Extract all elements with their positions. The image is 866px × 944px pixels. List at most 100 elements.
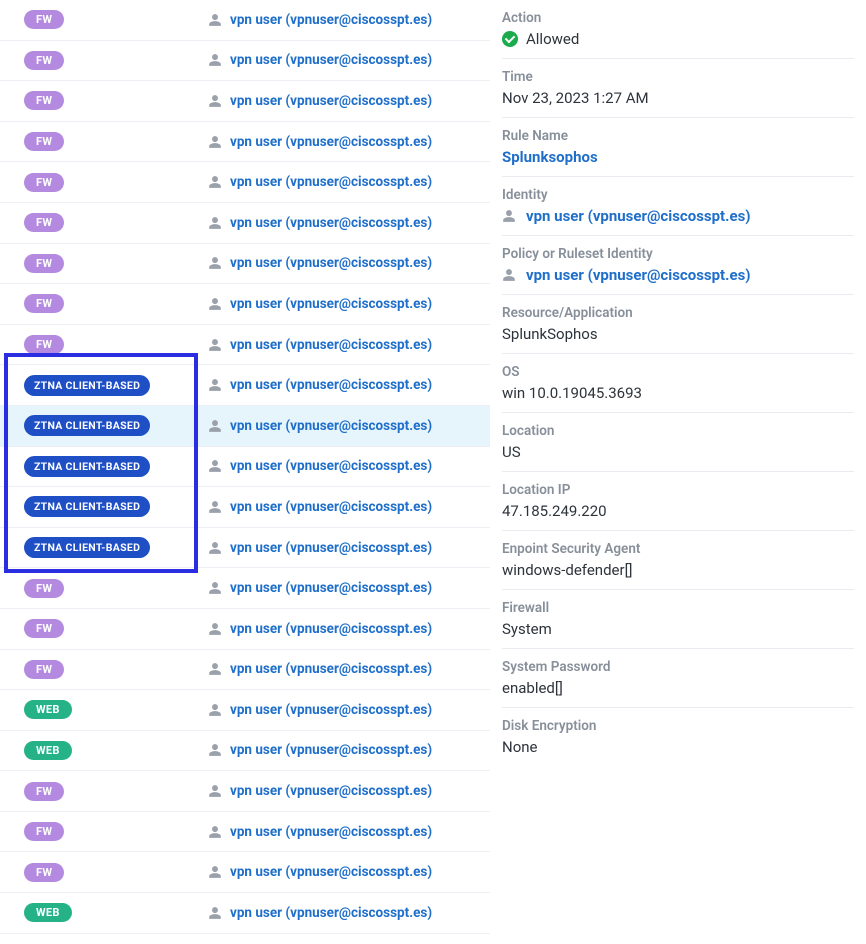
table-row[interactable]: FWvpn user (vpnuser@ciscosspt.es) [0, 609, 490, 650]
field-firewall: Firewall System [502, 590, 854, 649]
type-badge: FW [24, 10, 64, 29]
field-label: Firewall [502, 600, 854, 616]
table-row[interactable]: ZTNA CLIENT-BASED vpn user (vpnuser@cisco… [0, 487, 490, 528]
type-badge: FW [24, 132, 64, 151]
user-text: vpn user (vpnuser@ciscosspt.es) [230, 905, 432, 921]
field-policy-identity: Policy or Ruleset Identity vpn user (vpn… [502, 236, 854, 295]
badge-cell: WEB [0, 741, 208, 760]
identity-link[interactable]: vpn user (vpnuser@ciscosspt.es) [502, 207, 854, 225]
table-row[interactable]: ZTNA CLIENT-BASEDvpn user (vpnuser@cisco… [0, 365, 490, 406]
user-text: vpn user (vpnuser@ciscosspt.es) [230, 661, 432, 677]
type-badge: ZTNA CLIENT-BASED [24, 537, 150, 558]
user-link[interactable]: vpn user (vpnuser@ciscosspt.es) [208, 93, 432, 109]
user-text: vpn user (vpnuser@ciscosspt.es) [230, 499, 432, 515]
type-badge: FW [24, 254, 64, 273]
field-action: Action Allowed [502, 0, 854, 59]
badge-cell: ZTNA CLIENT-BASED [0, 415, 208, 436]
table-row[interactable]: FW vpn user (vpnuser@ciscosspt.es) [0, 81, 490, 122]
user-icon [208, 541, 222, 555]
user-text: vpn user (vpnuser@ciscosspt.es) [230, 52, 432, 68]
badge-cell: ZTNA CLIENT-BASED [0, 456, 208, 477]
user-link[interactable]: vpn user (vpnuser@ciscosspt.es) [208, 255, 432, 271]
user-link[interactable]: vpn user (vpnuser@ciscosspt.es) [208, 296, 432, 312]
user-link[interactable]: vpn user (vpnuser@ciscosspt.es) [208, 418, 432, 434]
rule-name-link[interactable]: Splunksophos [502, 148, 854, 166]
badge-cell: FW [0, 132, 208, 151]
table-row[interactable]: FW vpn user (vpnuser@ciscosspt.es) [0, 122, 490, 163]
user-icon [502, 268, 516, 282]
type-badge: WEB [24, 741, 72, 760]
user-link[interactable]: vpn user (vpnuser@ciscosspt.es) [208, 377, 432, 393]
table-row[interactable]: FWvpn user (vpnuser@ciscosspt.es) [0, 41, 490, 82]
user-link[interactable]: vpn user (vpnuser@ciscosspt.es) [208, 12, 432, 28]
badge-cell: FW [0, 579, 208, 598]
user-text: vpn user (vpnuser@ciscosspt.es) [230, 864, 432, 880]
user-link[interactable]: vpn user (vpnuser@ciscosspt.es) [208, 499, 432, 515]
table-row[interactable]: FW vpn user (vpnuser@ciscosspt.es) [0, 0, 490, 41]
table-row[interactable]: WEB vpn user (vpnuser@ciscosspt.es) [0, 893, 490, 934]
user-link[interactable]: vpn user (vpnuser@ciscosspt.es) [208, 458, 432, 474]
badge-cell: ZTNA CLIENT-BASED [0, 537, 208, 558]
table-row[interactable]: WEB vpn user (vpnuser@ciscosspt.es) [0, 690, 490, 731]
badge-cell: ZTNA CLIENT-BASED [0, 375, 208, 396]
type-badge: ZTNA CLIENT-BASED [24, 415, 150, 436]
type-badge: WEB [24, 700, 72, 719]
user-link[interactable]: vpn user (vpnuser@ciscosspt.es) [208, 783, 432, 799]
field-label: System Password [502, 659, 854, 675]
table-row[interactable]: FW vpn user (vpnuser@ciscosspt.es) [0, 244, 490, 285]
user-link[interactable]: vpn user (vpnuser@ciscosspt.es) [208, 864, 432, 880]
user-link[interactable]: vpn user (vpnuser@ciscosspt.es) [208, 215, 432, 231]
table-row[interactable]: FWvpn user (vpnuser@ciscosspt.es) [0, 852, 490, 893]
badge-cell: FW [0, 254, 208, 273]
type-badge: FW [24, 335, 64, 354]
user-link[interactable]: vpn user (vpnuser@ciscosspt.es) [208, 134, 432, 150]
type-badge: FW [24, 91, 64, 110]
table-row[interactable]: FWvpn user (vpnuser@ciscosspt.es) [0, 771, 490, 812]
table-row[interactable]: FWvpn user (vpnuser@ciscosspt.es) [0, 203, 490, 244]
table-row[interactable]: ZTNA CLIENT-BASED vpn user (vpnuser@cisco… [0, 406, 490, 447]
table-row[interactable]: FW vpn user (vpnuser@ciscosspt.es) [0, 650, 490, 691]
table-row[interactable]: ZTNA CLIENT-BASED vpn user (vpnuser@cisco… [0, 528, 490, 569]
table-row[interactable]: FW vpn user (vpnuser@ciscosspt.es) [0, 812, 490, 853]
field-value: enabled[] [502, 679, 854, 697]
table-row[interactable]: FWvpn user (vpnuser@ciscosspt.es) [0, 284, 490, 325]
user-icon [208, 865, 222, 879]
user-link[interactable]: vpn user (vpnuser@ciscosspt.es) [208, 702, 432, 718]
type-badge: FW [24, 660, 64, 679]
field-label: Rule Name [502, 128, 854, 144]
user-link[interactable]: vpn user (vpnuser@ciscosspt.es) [208, 824, 432, 840]
user-link[interactable]: vpn user (vpnuser@ciscosspt.es) [208, 337, 432, 353]
user-text: vpn user (vpnuser@ciscosspt.es) [230, 174, 432, 190]
type-badge: ZTNA CLIENT-BASED [24, 496, 150, 517]
table-row[interactable]: FWvpn user (vpnuser@ciscosspt.es) [0, 568, 490, 609]
field-label: Action [502, 10, 854, 26]
user-icon [208, 135, 222, 149]
user-link[interactable]: vpn user (vpnuser@ciscosspt.es) [208, 540, 432, 556]
table-row[interactable]: FW vpn user (vpnuser@ciscosspt.es) [0, 325, 490, 366]
user-text: vpn user (vpnuser@ciscosspt.es) [230, 783, 432, 799]
field-os: OS win 10.0.19045.3693 [502, 354, 854, 413]
table-row[interactable]: FWvpn user (vpnuser@ciscosspt.es) [0, 162, 490, 203]
user-icon [208, 825, 222, 839]
user-link[interactable]: vpn user (vpnuser@ciscosspt.es) [208, 52, 432, 68]
user-text: vpn user (vpnuser@ciscosspt.es) [230, 824, 432, 840]
user-icon [208, 743, 222, 757]
table-row[interactable]: WEB vpn user (vpnuser@ciscosspt.es) [0, 731, 490, 772]
user-text: vpn user (vpnuser@ciscosspt.es) [230, 296, 432, 312]
user-link[interactable]: vpn user (vpnuser@ciscosspt.es) [208, 621, 432, 637]
type-badge: WEB [24, 903, 72, 922]
field-value: System [502, 620, 854, 638]
user-link[interactable]: vpn user (vpnuser@ciscosspt.es) [208, 661, 432, 677]
user-text: vpn user (vpnuser@ciscosspt.es) [230, 458, 432, 474]
user-icon [208, 622, 222, 636]
badge-cell: FW [0, 822, 208, 841]
field-rule-name: Rule Name Splunksophos [502, 118, 854, 177]
user-text: vpn user (vpnuser@ciscosspt.es) [230, 418, 432, 434]
policy-identity-link[interactable]: vpn user (vpnuser@ciscosspt.es) [502, 266, 854, 284]
table-row[interactable]: ZTNA CLIENT-BASED vpn user (vpnuser@cisco… [0, 447, 490, 488]
user-text: vpn user (vpnuser@ciscosspt.es) [230, 93, 432, 109]
user-link[interactable]: vpn user (vpnuser@ciscosspt.es) [208, 905, 432, 921]
user-link[interactable]: vpn user (vpnuser@ciscosspt.es) [208, 174, 432, 190]
user-link[interactable]: vpn user (vpnuser@ciscosspt.es) [208, 742, 432, 758]
user-link[interactable]: vpn user (vpnuser@ciscosspt.es) [208, 580, 432, 596]
